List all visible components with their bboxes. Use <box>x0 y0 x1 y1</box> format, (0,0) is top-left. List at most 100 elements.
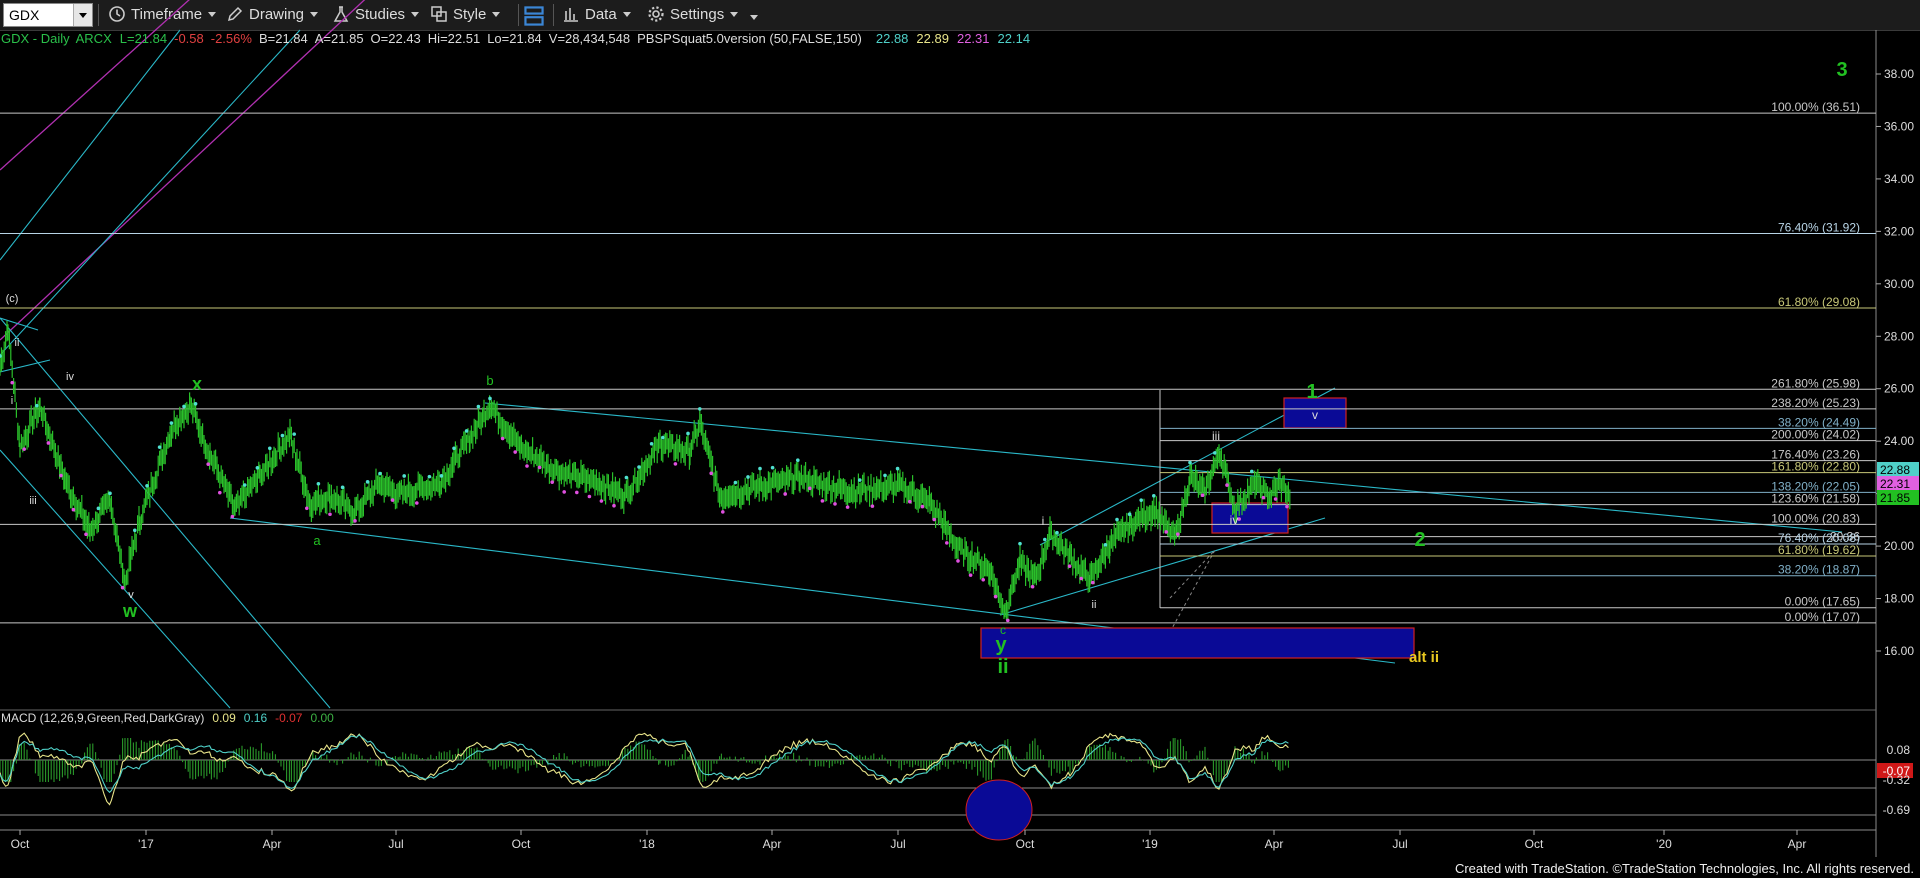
header-high: Hi=22.51 <box>428 31 480 46</box>
pivot-dot <box>169 421 174 425</box>
price-tick-label: 32.00 <box>1884 224 1914 238</box>
pivot-dot <box>833 502 837 506</box>
wave-label: b <box>486 373 493 388</box>
fib-level-label: 61.80% (19.62) <box>1778 543 1860 557</box>
header-pct: -2.56% <box>211 31 253 46</box>
pivot-dot <box>637 465 641 469</box>
pivot-dot <box>415 501 419 505</box>
header-volume: V=28,434,548 <box>549 31 630 46</box>
pivot-dot <box>1164 530 1168 534</box>
time-tick-label: Jul <box>890 837 905 851</box>
price-axis: 38.00 36.00 34.00 32.00 30.00 28.00 26.00 24.00… <box>1876 67 1914 658</box>
price-chart[interactable]: 100.00% (36.51) 76.40% (31.92) 61.80% (29.… <box>0 0 1920 878</box>
wave-label: w <box>122 601 138 621</box>
time-tick-label: Oct <box>1525 837 1544 851</box>
pivot-dot <box>550 480 554 484</box>
pivot-dot <box>1091 580 1095 585</box>
header-last: L=21.84 <box>120 31 167 46</box>
price-tag-label: 22.88 <box>1880 463 1910 477</box>
pivot-dot <box>59 473 63 478</box>
price-tick-label: 20.00 <box>1884 539 1914 553</box>
macd-tick-label: -0.32 <box>1883 773 1911 787</box>
pivot-dot <box>1103 543 1108 547</box>
price-tag-label: 22.31 <box>1880 477 1910 491</box>
time-tick-label: Jul <box>388 837 403 851</box>
macd-layer <box>0 732 1289 806</box>
pivot-dot <box>920 504 925 509</box>
pivot-dot <box>1225 483 1229 487</box>
channel-line <box>0 317 331 709</box>
pivot-dot <box>820 499 825 503</box>
time-tick-label: Oct <box>1016 837 1035 851</box>
wave-label: iv <box>1230 513 1239 527</box>
fib-level-label: 76.40% (31.92) <box>1778 220 1860 234</box>
pivot-dot <box>328 512 332 517</box>
pivot-dot <box>845 505 850 509</box>
pivot-dot <box>1055 530 1059 535</box>
time-tick-label: '18 <box>639 837 655 851</box>
price-tick-label: 30.00 <box>1884 277 1914 291</box>
pivot-dot <box>452 446 456 451</box>
macd-value: 0.16 <box>244 711 268 725</box>
channel-line <box>484 402 1843 533</box>
pivot-dot <box>562 490 566 494</box>
fib-levels-layer: 100.00% (36.51) 76.40% (31.92) 61.80% (29.… <box>0 100 1876 624</box>
header-change: -0.58 <box>174 31 204 46</box>
wave-label: iii <box>1212 429 1220 443</box>
pivot-dot <box>35 403 39 408</box>
pivot-dot <box>1043 537 1047 542</box>
pivot-dot <box>1176 532 1180 536</box>
fib-level-label: 238.20% (25.23) <box>1771 396 1860 410</box>
fib-level-label: 200.00% (24.02) <box>1771 428 1860 442</box>
fib-level-label: 38.20% (18.87) <box>1778 563 1860 577</box>
time-tick-label: '19 <box>1142 837 1158 851</box>
pivot-dot <box>292 432 297 436</box>
chart-header: GDX - Daily ARCX L=21.84 -0.58 -2.56% B=21.84… <box>1 31 1030 46</box>
pivot-dot <box>280 433 285 438</box>
pivot-dot <box>587 494 592 499</box>
time-tick-label: '17 <box>138 837 154 851</box>
pivot-dot <box>1188 460 1192 465</box>
header-study-value: 22.31 <box>957 31 990 46</box>
pivot-dot <box>968 573 973 577</box>
header-study-value: 22.14 <box>998 31 1031 46</box>
header-study-value: 22.89 <box>916 31 949 46</box>
pivot-dot <box>612 503 616 508</box>
price-tick-label: 34.00 <box>1884 172 1914 186</box>
macd-value: 0.00 <box>310 711 334 725</box>
pivot-dot <box>340 485 345 490</box>
pivot-dot <box>908 499 912 504</box>
pivot-dot <box>895 466 900 471</box>
wave-label: a <box>313 533 321 548</box>
pivot-dot <box>758 466 762 471</box>
wave-label: iii <box>29 495 36 507</box>
time-tick-label: Apr <box>763 837 782 851</box>
pivot-dot <box>981 577 985 582</box>
pivot-dot <box>1127 512 1132 517</box>
wave-label: v <box>128 589 134 601</box>
pivot-dot <box>796 458 800 462</box>
pivot-dot <box>932 517 936 522</box>
channel-line <box>0 449 231 709</box>
pivot-dot <box>575 490 579 495</box>
pivot-dot <box>746 475 750 479</box>
pivot-dot <box>71 507 76 512</box>
fib-level-label: 261.80% (25.98) <box>1771 376 1860 390</box>
pivot-dot <box>10 380 14 385</box>
pivot-dot <box>108 491 112 496</box>
header-low: Lo=21.84 <box>487 31 542 46</box>
macd-header: MACD (12,26,9,Green,Red,DarkGray) 0.09 0.1… <box>1 711 334 725</box>
price-tick-label: 16.00 <box>1884 644 1914 658</box>
pivot-dot <box>673 462 678 466</box>
pivot-dot <box>255 465 260 470</box>
pivot-dot <box>157 445 162 449</box>
pivot-dot <box>305 506 309 511</box>
pivot-dot <box>365 480 370 484</box>
price-series-layer <box>0 320 1291 623</box>
wave-label: 3 <box>1836 59 1847 81</box>
pivot-dot <box>698 407 702 411</box>
pivot-dot <box>1250 469 1254 474</box>
fib-level-label: 0.00% (17.65) <box>1785 595 1860 609</box>
price-tick-label: 18.00 <box>1884 592 1914 606</box>
pivot-dot <box>537 465 542 470</box>
